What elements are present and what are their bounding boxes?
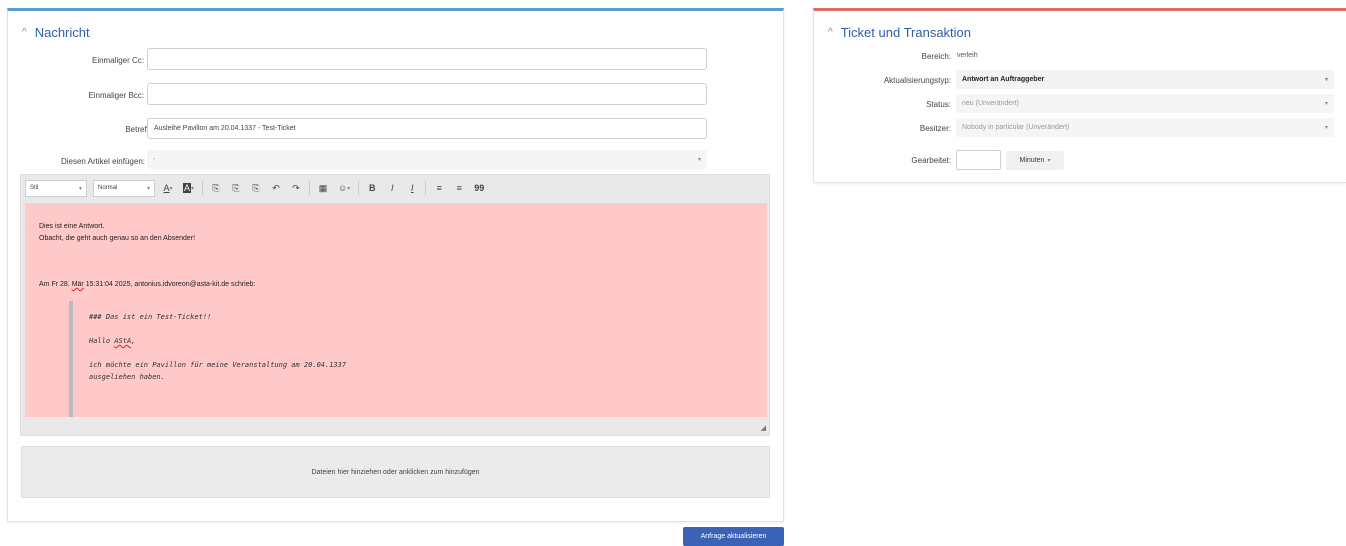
bereich-label: Bereich: [921, 52, 951, 61]
chevron-down-icon: ▾ [697, 157, 701, 163]
text-color-button[interactable]: A ▾ [161, 180, 175, 197]
toolbar-separator [358, 181, 360, 195]
chevron-down-icon: ▾ [1324, 101, 1328, 107]
body-line: Obacht, die geht auch genau so an den Ab… [39, 235, 196, 242]
numbered-list-button[interactable]: ≡ [432, 180, 446, 197]
worked-time-input[interactable] [956, 150, 1001, 170]
bcc-label: Einmaliger Bcc: [88, 91, 144, 100]
reply-header: Am Fr 28. Mär 15:31:04 2025, antonius.id… [39, 279, 753, 291]
bulleted-list-button[interactable]: ≡ [452, 180, 466, 197]
minutes-unit-dropdown[interactable]: Minuten ▾ [1006, 151, 1064, 170]
collapse-icon[interactable]: ^ [22, 27, 27, 38]
format-select-value: Normal [98, 185, 118, 191]
undo-button[interactable]: ↶ [269, 180, 283, 197]
subject-input[interactable]: Ausleihe Pavillon am 20.04.1337 - Test-T… [147, 118, 707, 139]
status-select[interactable]: neu (Unverändert) ▾ [956, 94, 1334, 113]
paste-text-button[interactable]: ⎘ [229, 180, 243, 197]
file-dropzone[interactable]: Dateien hier hinziehen oder anklicken zu… [21, 446, 770, 498]
update-type-select[interactable]: Antwort an Auftraggeber ▾ [956, 70, 1334, 89]
cc-label: Einmaliger Cc: [91, 56, 144, 65]
editor-toolbar: Stil ▾ Normal ▾ A ▾ A ▾ ⎘ ⎘ ⎘ ↶ ↷ ▦ ☺ ▾ B I… [21, 175, 769, 201]
subject-label: Betreff: [125, 125, 151, 134]
paste-button[interactable]: ⎘ [209, 180, 223, 197]
chevron-down-icon: ▾ [1324, 125, 1328, 131]
quoted-message: ### Das ist ein Test-Ticket!! Hallo AStA… [69, 301, 759, 417]
bold-button[interactable]: B [365, 180, 379, 197]
toolbar-separator [202, 181, 204, 195]
quote-text: Hallo [89, 337, 115, 345]
insert-article-label: Diesen Artikel einfügen: [60, 157, 145, 166]
owner-label: Besitzer: [919, 124, 951, 133]
background-color-icon: A [183, 183, 192, 193]
collapse-icon[interactable]: ^ [828, 27, 833, 38]
reply-header-month: Mär [71, 281, 84, 288]
quote-line: ich möchte ein Pavillon für meine Verans… [89, 361, 347, 369]
smiley-icon: ☺ [338, 183, 348, 193]
style-select[interactable]: Stil ▾ [25, 179, 87, 197]
owner-select[interactable]: Nobody in particular (Unverändert) ▾ [956, 118, 1334, 137]
toolbar-separator [309, 181, 311, 195]
toolbar-separator [425, 181, 427, 195]
remove-format-button[interactable]: I [405, 180, 419, 197]
update-request-button[interactable]: Anfrage aktualisieren [683, 527, 784, 546]
quote-line: ### Das ist ein Test-Ticket!! [89, 313, 212, 321]
owner-value: Nobody in particular (Unverändert) [962, 124, 1070, 131]
table-button[interactable]: ▦ [316, 180, 330, 197]
ticket-panel-title: Ticket und Transaktion [840, 25, 972, 40]
background-color-button[interactable]: A ▾ [181, 180, 196, 197]
bcc-input[interactable] [147, 83, 707, 105]
paste-word-button[interactable]: ⎘ [249, 180, 263, 197]
message-panel-title: Nachricht [34, 25, 90, 40]
chevron-down-icon: ▾ [146, 185, 150, 192]
editor-content[interactable]: Dies ist eine Antwort. Obacht, die geht … [25, 203, 767, 417]
style-select-value: Stil [30, 185, 39, 191]
ticket-panel: ^ Ticket und Transaktion Bereich: verlei… [813, 8, 1346, 183]
chevron-down-icon: ▾ [1047, 158, 1051, 164]
chevron-down-icon: ▾ [78, 185, 82, 192]
minutes-label: Minuten [1019, 157, 1045, 164]
italic-button[interactable]: I [385, 180, 399, 197]
status-label: Status: [926, 100, 951, 109]
rich-text-editor: Stil ▾ Normal ▾ A ▾ A ▾ ⎘ ⎘ ⎘ ↶ ↷ ▦ ☺ ▾ B I… [20, 174, 770, 436]
worked-label: Gearbeitet: [911, 156, 951, 165]
format-select[interactable]: Normal ▾ [93, 179, 155, 197]
quote-text: AStA [114, 337, 132, 345]
emoji-button[interactable]: ☺ ▾ [336, 180, 352, 197]
update-type-value: Antwort an Auftraggeber [962, 76, 1045, 83]
quote-text: , [131, 337, 136, 345]
ticket-panel-header[interactable]: ^ Ticket und Transaktion [828, 25, 971, 40]
reply-header-suffix: 15:31:04 2025, antonius.idvoreon@asta-ki… [83, 281, 256, 288]
insert-article-value: - [153, 156, 156, 163]
redo-button[interactable]: ↷ [289, 180, 303, 197]
quote-line: Hallo AStA, [89, 335, 743, 347]
blockquote-button[interactable]: 99 [472, 180, 486, 197]
message-panel-header[interactable]: ^ Nachricht [22, 25, 90, 40]
update-type-label: Aktualisierungstyp: [883, 76, 951, 85]
chevron-down-icon: ▾ [1324, 77, 1328, 83]
resize-handle-icon[interactable]: ◢ [761, 424, 766, 432]
quote-line: ausgeliehen haben. [89, 373, 165, 381]
body-line: Dies ist eine Antwort. [39, 223, 105, 230]
status-value: neu (Unverändert) [962, 100, 1019, 107]
insert-article-select[interactable]: - ▾ [147, 150, 707, 169]
cc-input[interactable] [147, 48, 707, 70]
reply-header-prefix: Am Fr 28. [39, 281, 72, 288]
bereich-value: verleih [957, 52, 978, 59]
